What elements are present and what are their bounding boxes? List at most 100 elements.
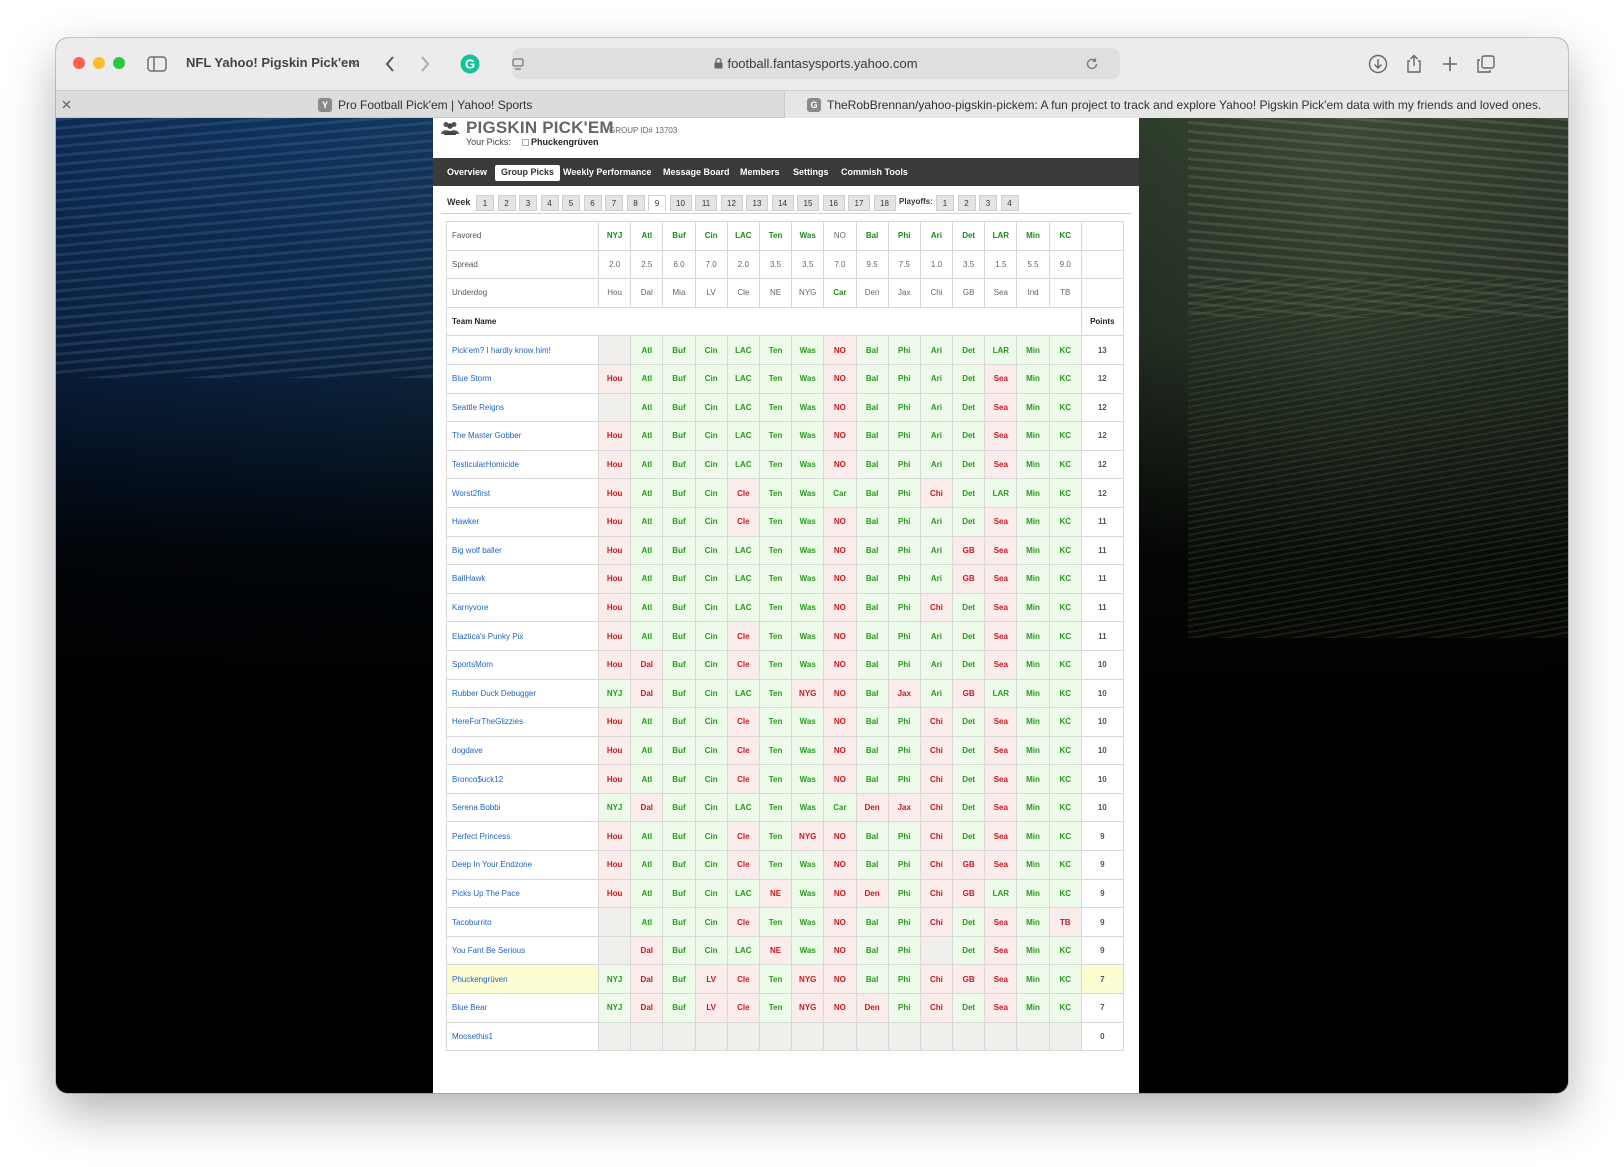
playoff-tab-1[interactable]: 1 xyxy=(936,195,954,211)
sidebar-toggle-icon[interactable] xyxy=(145,52,169,76)
team-name-link[interactable]: HereForTheGlizzies xyxy=(446,707,599,737)
week-tab-6[interactable]: 6 xyxy=(583,195,602,211)
pick-cell: KC xyxy=(1048,878,1082,909)
favored-team: KC xyxy=(1048,221,1082,251)
favored-label: Favored xyxy=(446,221,599,251)
forward-button[interactable] xyxy=(413,52,437,76)
pick-cell: Buf xyxy=(662,707,696,737)
team-name-link[interactable]: Blue Bear xyxy=(446,993,599,1023)
week-tab-17[interactable]: 17 xyxy=(848,195,870,211)
team-name-link[interactable]: Elaztica's Punky Pix xyxy=(446,621,599,651)
nav-commish-tools[interactable]: Commish Tools xyxy=(835,165,914,181)
tab-github-repo[interactable]: G TheRobBrennan/yahoo-pigskin-pickem: A … xyxy=(784,91,1568,118)
week-tab-7[interactable]: 7 xyxy=(605,195,623,211)
week-tab-8[interactable]: 8 xyxy=(626,195,645,211)
week-tab-4[interactable]: 4 xyxy=(540,195,559,211)
pick-cell: Min xyxy=(1016,964,1050,995)
pick-cell: Ari xyxy=(919,506,954,537)
points-value: 10 xyxy=(1080,678,1124,709)
underdog-team: Hou xyxy=(597,278,632,308)
minimize-window-button[interactable] xyxy=(93,57,105,69)
team-name-link[interactable]: Serena Bobbi xyxy=(446,792,599,823)
pick-cell: Phi xyxy=(887,821,921,852)
pick-cell: Atl xyxy=(630,449,664,480)
week-tab-3[interactable]: 3 xyxy=(519,195,537,211)
playoff-tab-3[interactable]: 3 xyxy=(979,195,997,211)
reload-icon[interactable] xyxy=(1080,52,1104,76)
team-name-link[interactable]: Moosethis1 xyxy=(446,1021,599,1052)
team-name-link[interactable]: dogdave xyxy=(446,735,599,766)
pick-cell: NYG xyxy=(791,993,825,1023)
team-name-link[interactable]: Tacoburrito xyxy=(446,907,599,937)
pick-cell: Cin xyxy=(694,792,728,823)
team-name-link[interactable]: Pick'em? I hardly know him! xyxy=(446,335,599,365)
team-name-link[interactable]: Karnyvore xyxy=(446,592,599,623)
playoff-tab-4[interactable]: 4 xyxy=(1000,195,1019,211)
week-tab-18[interactable]: 18 xyxy=(873,195,896,211)
nav-message-board[interactable]: Message Board xyxy=(657,165,736,181)
nav-members[interactable]: Members xyxy=(734,165,786,181)
nav-settings[interactable]: Settings xyxy=(787,165,835,181)
pick-cell xyxy=(597,1021,632,1052)
tab-pro-football-pickem[interactable]: Y Pro Football Pick'em | Yahoo! Sports xyxy=(318,91,778,118)
close-window-button[interactable] xyxy=(73,57,85,69)
zoom-window-button[interactable] xyxy=(113,57,125,69)
team-name-link[interactable]: Phuckengrüven xyxy=(446,964,599,995)
pick-cell: Was xyxy=(791,735,825,766)
nav-weekly-performance[interactable]: Weekly Performance xyxy=(557,165,657,181)
team-name-link[interactable]: TesticularHomicide xyxy=(446,449,599,480)
back-button[interactable] xyxy=(378,52,402,76)
week-tab-2[interactable]: 2 xyxy=(497,195,516,211)
spread-value: 1.5 xyxy=(984,249,1018,280)
underdog-team: Cle xyxy=(726,278,760,308)
team-name-link[interactable]: Big wolf baller xyxy=(446,535,599,566)
chevron-down-icon[interactable] xyxy=(348,52,362,76)
week-tab-10[interactable]: 10 xyxy=(669,195,692,211)
pick-cell: LAC xyxy=(726,392,760,423)
team-name-link[interactable]: Seattle Reigns xyxy=(446,392,599,423)
team-name-link[interactable]: Picks Up The Pace xyxy=(446,878,599,909)
pick-cell: NO xyxy=(823,964,857,995)
team-name-link[interactable]: Rubber Duck Debugger xyxy=(446,678,599,709)
address-bar[interactable]: football.fantasysports.yahoo.com xyxy=(512,48,1120,79)
week-tab-12[interactable]: 12 xyxy=(720,195,743,211)
week-tab-9[interactable]: 9 xyxy=(648,195,666,211)
tab-overview-icon[interactable] xyxy=(1474,52,1498,76)
team-name-link[interactable]: Bronco$uck12 xyxy=(446,764,599,794)
nav-group-picks[interactable]: Group Picks xyxy=(495,165,561,181)
downloads-icon[interactable] xyxy=(1366,52,1390,76)
team-name-link[interactable]: BallHawk xyxy=(446,564,599,594)
playoff-tab-2[interactable]: 2 xyxy=(957,195,976,211)
team-name-link[interactable]: The Master Gobber xyxy=(446,421,599,451)
team-name-link[interactable]: SportsMom xyxy=(446,649,599,680)
week-tab-15[interactable]: 15 xyxy=(797,195,819,211)
pick-cell: Cle xyxy=(726,907,760,937)
your-picks-value[interactable]: Phuckengrüven xyxy=(522,137,599,147)
table-row: Serena Bobbi NYJ Dal Buf Cin LAC Ten Was Car Den J… xyxy=(446,792,1124,823)
pick-cell xyxy=(662,1021,696,1052)
week-tab-16[interactable]: 16 xyxy=(822,195,845,211)
pick-cell: Phi xyxy=(887,878,921,909)
team-name-link[interactable]: Perfect Princess xyxy=(446,821,599,852)
window-title[interactable]: NFL Yahoo! Pigskin Pick'em xyxy=(186,55,360,70)
team-name-link[interactable]: Hawker xyxy=(446,506,599,537)
close-tab-icon[interactable] xyxy=(62,91,76,118)
team-name-link[interactable]: Deep In Your Endzone xyxy=(446,850,599,880)
grammarly-extension-icon[interactable]: G xyxy=(458,52,482,76)
share-icon[interactable] xyxy=(1402,52,1426,76)
week-tab-13[interactable]: 13 xyxy=(746,195,768,211)
week-tab-11[interactable]: 11 xyxy=(695,195,717,211)
team-name-link[interactable]: You Fant Be Serious xyxy=(446,935,599,966)
pick-cell: Ten xyxy=(758,449,793,480)
url-text[interactable]: football.fantasysports.yahoo.com xyxy=(512,56,1120,71)
week-tab-1[interactable]: 1 xyxy=(476,195,494,211)
underdog-team: NYG xyxy=(791,278,825,308)
new-tab-icon[interactable] xyxy=(1438,52,1462,76)
pigskin-pickem-logo[interactable]: PIGSKIN PICK'EM xyxy=(466,118,614,138)
team-name-link[interactable]: Blue Storm xyxy=(446,363,599,394)
week-tab-14[interactable]: 14 xyxy=(771,195,794,211)
pick-cell: Buf xyxy=(662,993,696,1023)
nav-overview[interactable]: Overview xyxy=(441,165,493,181)
team-name-link[interactable]: Worst2first xyxy=(446,478,599,508)
week-tab-5[interactable]: 5 xyxy=(562,195,580,211)
